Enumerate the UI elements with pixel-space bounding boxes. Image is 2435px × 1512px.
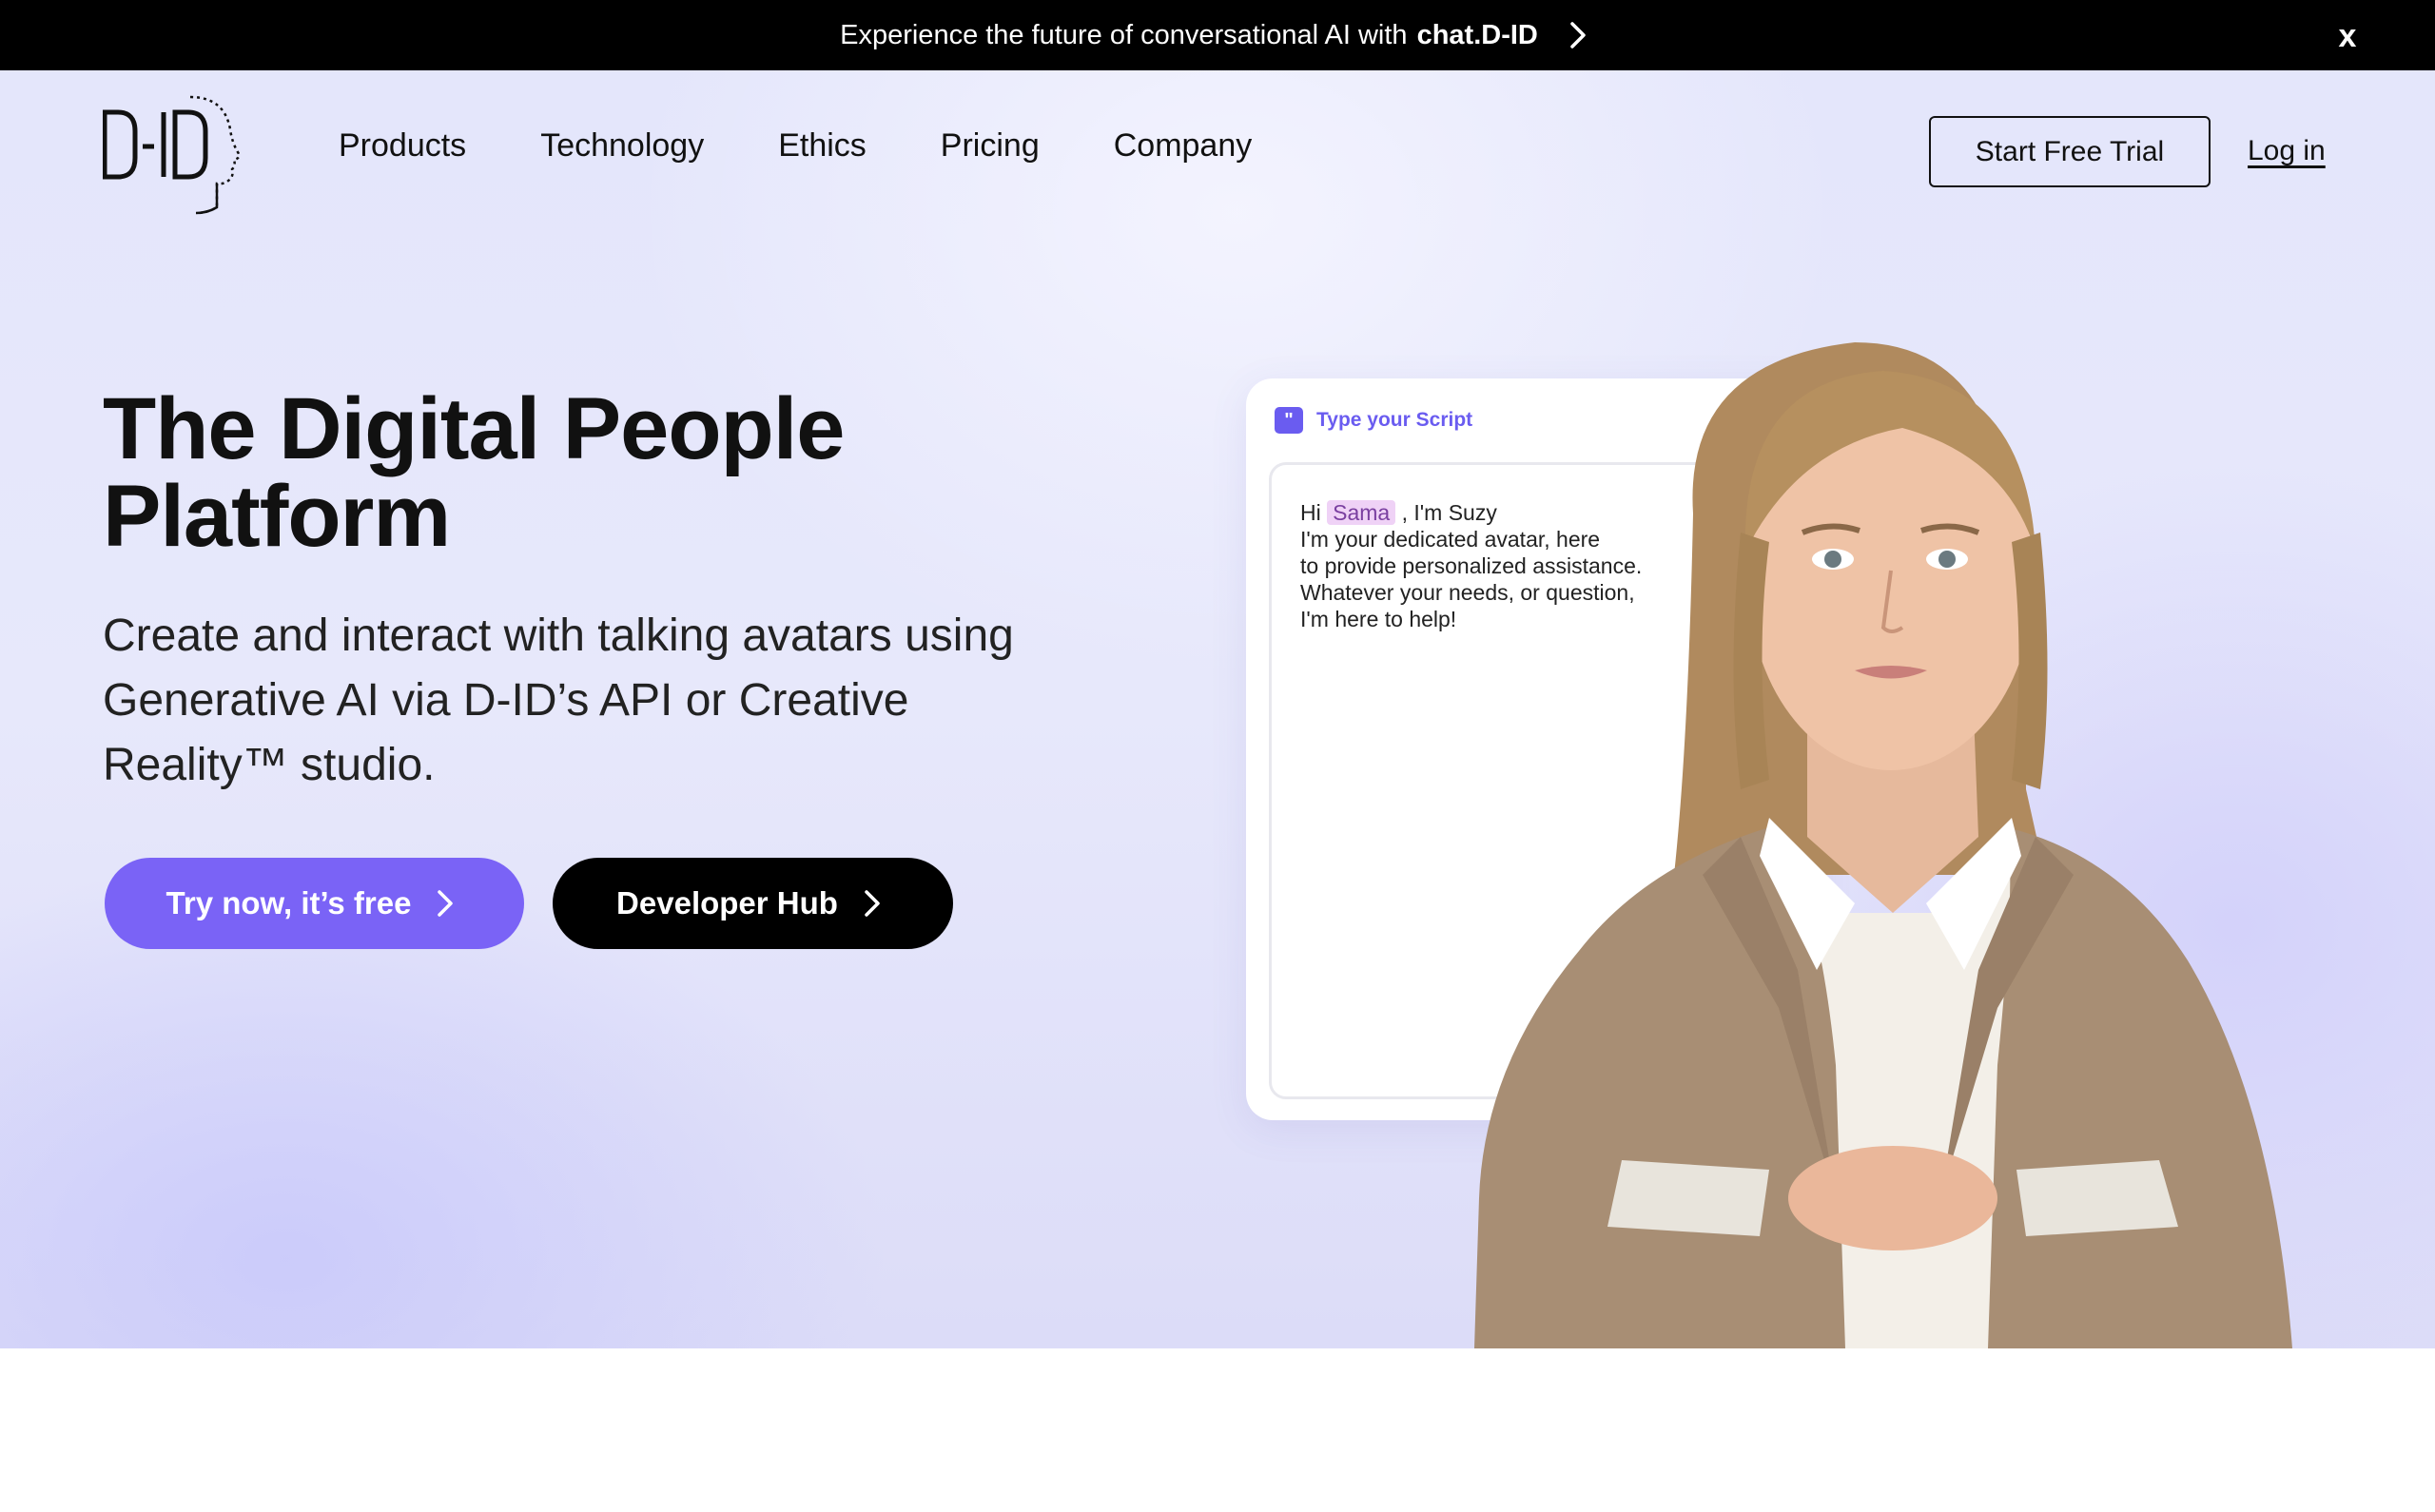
nav-company[interactable]: Company	[1114, 127, 1253, 165]
avatar-image	[1455, 342, 2321, 1348]
announcement-text: Experience the future of conversational …	[840, 19, 1408, 50]
nav-technology[interactable]: Technology	[540, 127, 704, 165]
logo-mark-icon	[102, 95, 241, 215]
announcement-bar: Experience the future of conversational …	[0, 0, 2435, 70]
script-card-header: " Type your Script	[1275, 407, 1472, 434]
chevron-right-icon	[1568, 22, 1595, 48]
developer-hub-button[interactable]: Developer Hub	[553, 858, 953, 949]
nav-pricing[interactable]: Pricing	[941, 127, 1040, 165]
title-line-2: Platform	[103, 468, 451, 565]
chevron-right-icon	[436, 890, 462, 917]
start-free-trial-button[interactable]: Start Free Trial	[1929, 116, 2211, 187]
d-id-logo[interactable]	[102, 91, 241, 215]
hero-subtitle: Create and interact with talking avatars…	[103, 611, 1014, 790]
main-nav: Products Technology Ethics Pricing Compa…	[339, 127, 1252, 165]
nav-ethics[interactable]: Ethics	[778, 127, 867, 165]
chevron-right-icon	[863, 890, 889, 917]
nav-products[interactable]: Products	[339, 127, 466, 165]
page-title: The Digital People Platform	[103, 385, 1054, 560]
announcement-link[interactable]: Experience the future of conversational …	[840, 20, 1595, 51]
developer-hub-label: Developer Hub	[616, 885, 838, 921]
try-now-button[interactable]: Try now, it’s free	[105, 858, 524, 949]
name-tag: Sama	[1327, 500, 1396, 525]
try-now-label: Try now, it’s free	[166, 885, 412, 921]
script-card-title: Type your Script	[1316, 409, 1473, 431]
script-greeting: Hi	[1300, 500, 1321, 525]
title-line-1: The Digital People	[103, 380, 845, 477]
login-link[interactable]: Log in	[2248, 135, 2326, 167]
announcement-brand: chat.D-ID	[1416, 19, 1538, 50]
quote-icon: "	[1275, 407, 1303, 434]
close-announcement-button[interactable]: x	[2328, 17, 2367, 55]
page-lower-area	[0, 1348, 2435, 1512]
